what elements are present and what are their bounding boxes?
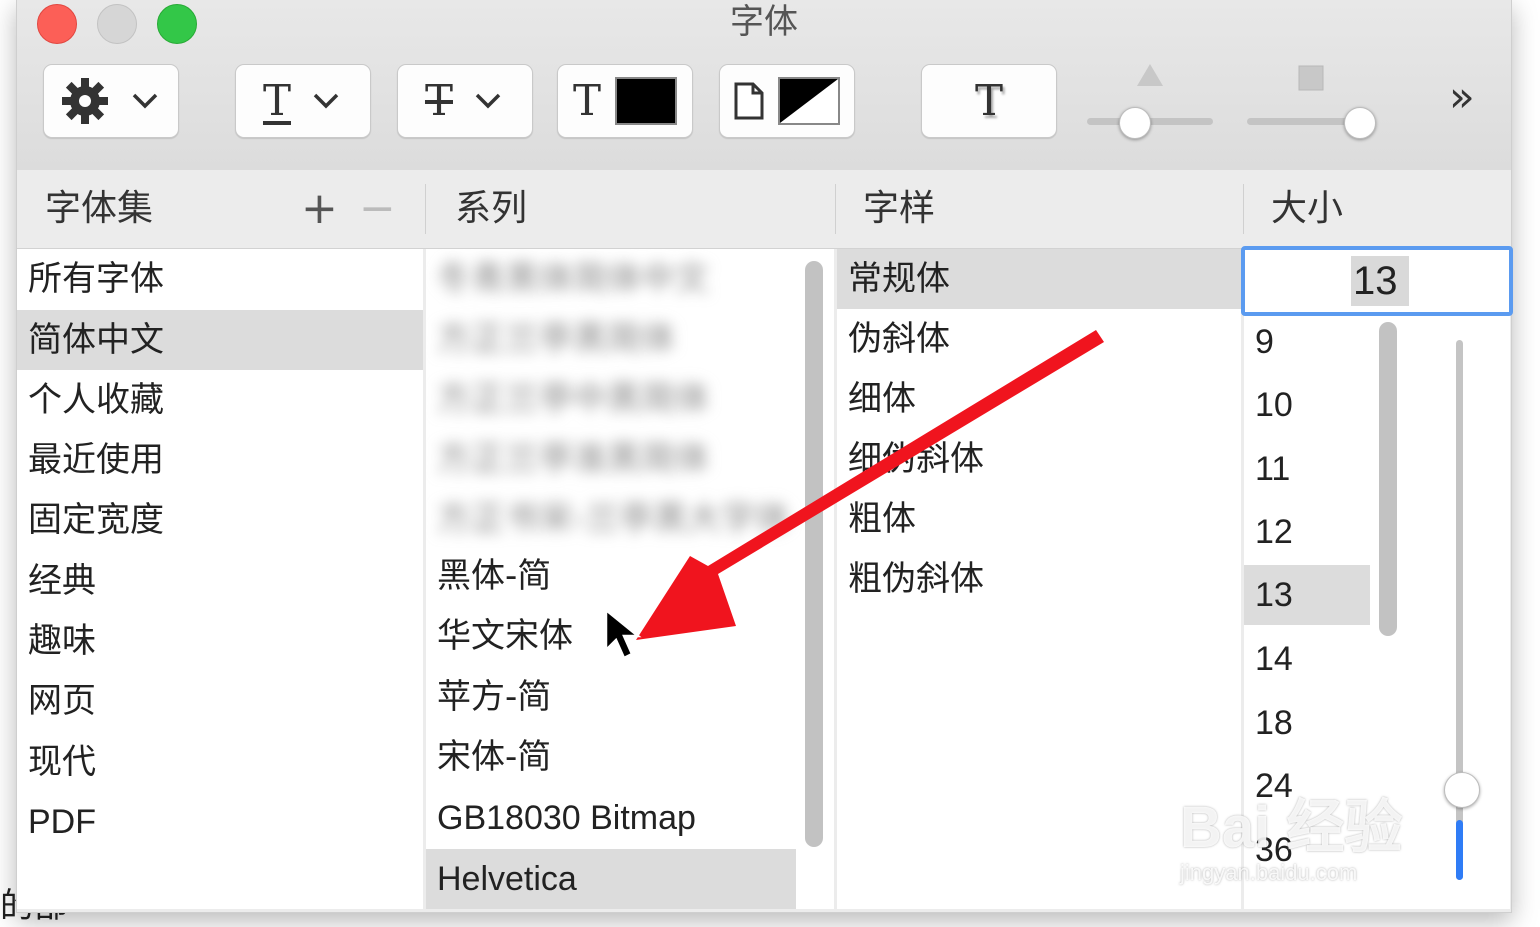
shadow-opacity-icon [1137, 64, 1163, 86]
size-slider-fill [1456, 820, 1463, 880]
watermark: Bai 经验 jingyan.baidu.com [1180, 780, 1402, 886]
list-item[interactable]: 11 [1244, 439, 1370, 499]
list-item[interactable]: 13 [1244, 565, 1370, 625]
document-color-swatch [778, 77, 840, 125]
size-slider-knob[interactable] [1444, 772, 1480, 808]
more-toolbar-button[interactable]: » [1449, 72, 1475, 121]
remove-collection-button[interactable]: − [359, 170, 396, 248]
title-bar: 字体 T T T T » [17, 0, 1511, 171]
list-item[interactable]: 方正兰亭准黑简体 [426, 429, 834, 489]
list-item[interactable]: 常规体 [837, 249, 1241, 309]
action-menu-button[interactable] [43, 64, 179, 138]
chevron-down-icon [313, 93, 339, 109]
list-item[interactable]: 方正兰亭中黑简体 [426, 369, 834, 429]
underline-menu-button[interactable]: T [235, 64, 371, 138]
column-divider [425, 184, 426, 234]
text-color-button[interactable]: T [557, 64, 693, 138]
list-item[interactable]: 细体 [837, 369, 1241, 429]
list-item[interactable]: 宋体-简 [426, 727, 834, 787]
strikethrough-icon: T [424, 76, 453, 125]
column-divider [1243, 184, 1244, 234]
list-item[interactable]: 最近使用 [17, 430, 423, 490]
list-item[interactable]: 方正书宋-兰亭黑大字体 [426, 489, 834, 549]
list-item[interactable]: 趣味 [17, 611, 423, 671]
list-item[interactable]: 粗体 [837, 489, 1241, 549]
size-header: 大小 [1271, 188, 1344, 229]
list-item[interactable]: 网页 [17, 671, 423, 731]
list-item[interactable]: 伪斜体 [837, 309, 1241, 369]
column-headers: 字体集 + − 系列 字样 大小 [17, 170, 1511, 249]
typeface-header: 字样 [863, 188, 936, 229]
list-item[interactable]: 个人收藏 [17, 370, 423, 430]
text-color-swatch [615, 77, 677, 125]
collections-header: 字体集 [45, 188, 154, 229]
family-scrollbar[interactable] [805, 261, 823, 847]
size-scrollbar[interactable] [1379, 322, 1397, 636]
list-item[interactable]: 固定宽度 [17, 490, 423, 550]
list-item[interactable]: 现代 [17, 732, 423, 792]
shadow-opacity-knob[interactable] [1119, 107, 1151, 139]
watermark-logo: Bai 经验 [1180, 795, 1403, 860]
text-shadow-button[interactable]: T [921, 64, 1057, 138]
shadow-icon: T [974, 76, 1003, 125]
list-item[interactable]: 14 [1244, 629, 1370, 689]
list-item[interactable]: GB18030 Bitmap [426, 788, 834, 848]
document-icon [734, 82, 764, 120]
shadow-blur-knob[interactable] [1344, 107, 1376, 139]
shadow-blur-icon [1298, 65, 1324, 91]
list-item[interactable]: 冬青黑体简体中文 [426, 249, 834, 309]
collections-list[interactable]: 所有字体 简体中文 个人收藏 最近使用 固定宽度 经典 趣味 网页 现代 PDF [17, 249, 423, 909]
list-item[interactable]: 经典 [17, 551, 423, 611]
list-item[interactable]: 10 [1244, 375, 1370, 435]
font-panel-window: 字体 T T T T » 字体集 + − 系列 字样 大小 所有字体 简体中文 … [16, 0, 1513, 913]
list-item[interactable]: 苹方-简 [426, 667, 834, 727]
list-item[interactable]: 细伪斜体 [837, 429, 1241, 489]
list-item[interactable]: 黑体-简 [426, 546, 834, 606]
chevron-down-icon [132, 93, 158, 109]
list-item[interactable]: 粗伪斜体 [837, 549, 1241, 609]
column-divider [835, 184, 836, 234]
family-header: 系列 [455, 188, 528, 229]
strikethrough-menu-button[interactable]: T [397, 64, 533, 138]
list-item[interactable]: 18 [1244, 693, 1370, 753]
list-item[interactable]: PDF [17, 792, 423, 852]
document-color-button[interactable] [719, 64, 855, 138]
size-input-value: 13 [1353, 259, 1398, 303]
family-list[interactable]: 冬青黑体简体中文 方正兰亭黑简体 方正兰亭中黑简体 方正兰亭准黑简体 方正书宋-… [426, 249, 834, 909]
list-item[interactable]: 所有字体 [17, 249, 423, 309]
size-input[interactable]: 13 [1241, 246, 1513, 316]
text-color-icon: T [572, 76, 601, 125]
chevron-down-icon [475, 93, 501, 109]
list-item[interactable]: Helvetica [426, 849, 796, 909]
add-collection-button[interactable]: + [301, 170, 338, 248]
window-title: 字体 [730, 2, 798, 42]
underline-icon: T [262, 76, 291, 125]
list-item[interactable]: 12 [1244, 502, 1370, 562]
list-item[interactable]: 9 [1244, 312, 1370, 372]
gear-icon [62, 78, 108, 124]
list-item[interactable]: 方正兰亭黑简体 [426, 309, 834, 369]
list-item[interactable]: 华文宋体 [426, 606, 834, 666]
list-item[interactable]: 简体中文 [17, 310, 423, 370]
